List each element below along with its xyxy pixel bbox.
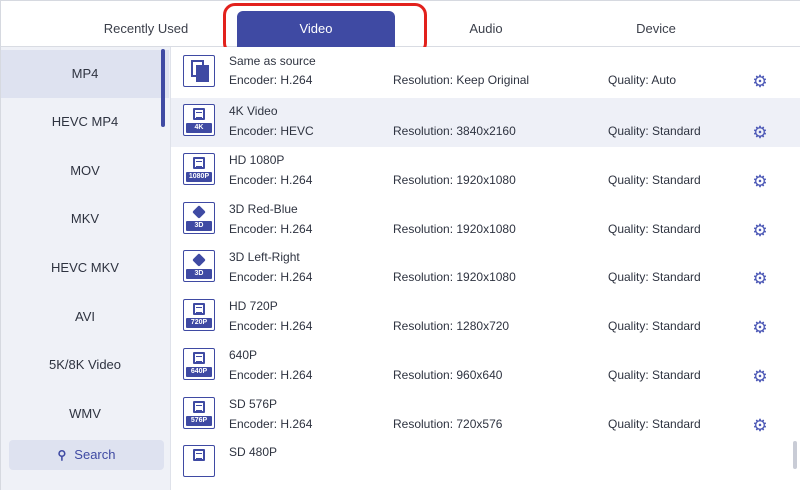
preset-name: 3D Left-Right [229, 250, 300, 264]
sidebar-item-hevc-mkv[interactable]: HEVC MKV [1, 244, 169, 292]
sidebar-item-avi[interactable]: AVI [1, 293, 169, 341]
preset-tag: 576P [186, 416, 212, 426]
preset-name: HD 1080P [229, 153, 285, 167]
sidebar-item-wmv[interactable]: WMV [1, 390, 169, 438]
preset-row-4k-video[interactable]: 4K 4K Video Encoder: HEVC Resolution: 38… [171, 98, 800, 147]
preset-name: 640P [229, 348, 258, 362]
gear-icon[interactable]: ⚙ [751, 319, 769, 337]
sidebar-item-mkv[interactable]: MKV [1, 195, 169, 243]
preset-tag: 1080P [186, 172, 212, 182]
preset-tag: 640P [186, 367, 212, 377]
gear-icon[interactable]: ⚙ [751, 270, 769, 288]
preset-quality: Quality: Standard [608, 417, 701, 431]
preset-quality: Quality: Standard [608, 124, 701, 138]
preset-quality: Quality: Standard [608, 270, 701, 284]
preset-row-hd-720p[interactable]: 720P HD 720P Encoder: H.264 Resolution: … [171, 293, 800, 342]
preset-name: HD 720P [229, 299, 278, 313]
preset-resolution: Resolution: 1920x1080 [393, 173, 516, 187]
gear-icon[interactable]: ⚙ [751, 124, 769, 142]
format-dialog: Recently Used Video Audio Device MP4 HEV… [0, 0, 800, 490]
preset-encoder: Encoder: H.264 [229, 417, 313, 431]
preset-tag: 720P [186, 318, 212, 328]
preset-list: Same as source Encoder: H.264 Resolution… [171, 47, 800, 490]
film-icon: 640P [183, 348, 215, 380]
preset-row-hd-1080p[interactable]: 1080P HD 1080P Encoder: H.264 Resolution… [171, 147, 800, 196]
gear-icon[interactable]: ⚙ [751, 368, 769, 386]
preset-tag: 3D [186, 269, 212, 279]
preset-row-sd-576p[interactable]: 576P SD 576P Encoder: H.264 Resolution: … [171, 391, 800, 440]
preset-encoder: Encoder: H.264 [229, 73, 313, 87]
gear-icon[interactable]: ⚙ [751, 173, 769, 191]
preset-resolution: Resolution: 1280x720 [393, 319, 510, 333]
preset-resolution: Resolution: 1920x1080 [393, 222, 516, 236]
preset-row-3d-left-right[interactable]: 3D 3D Left-Right Encoder: H.264 Resoluti… [171, 244, 800, 293]
preset-resolution: Resolution: 3840x2160 [393, 124, 516, 138]
preset-tag: 4K [186, 123, 212, 133]
copy-icon [183, 55, 215, 87]
sidebar-item-hevc-mp4[interactable]: HEVC MP4 [1, 98, 169, 146]
sidebar-item-mov[interactable]: MOV [1, 147, 169, 195]
preset-quality: Quality: Standard [608, 222, 701, 236]
gear-icon[interactable]: ⚙ [751, 222, 769, 240]
3d-cube-icon: 3D [183, 250, 215, 282]
format-sidebar: MP4 HEVC MP4 MOV MKV HEVC MKV AVI 5K/8K … [1, 47, 171, 490]
preset-name: Same as source [229, 54, 316, 68]
preset-quality: Quality: Standard [608, 173, 701, 187]
preset-resolution: Resolution: Keep Original [393, 73, 530, 87]
preset-name: 3D Red-Blue [229, 202, 298, 216]
preset-encoder: Encoder: HEVC [229, 124, 314, 138]
tab-bar: Recently Used Video Audio Device [1, 1, 800, 55]
preset-resolution: Resolution: 960x640 [393, 368, 503, 382]
preset-name: 4K Video [229, 104, 278, 118]
search-button[interactable]: ⚲ Search [9, 440, 164, 470]
preset-row-640p[interactable]: 640P 640P Encoder: H.264 Resolution: 960… [171, 342, 800, 391]
preset-encoder: Encoder: H.264 [229, 368, 313, 382]
preset-name: SD 480P [229, 445, 278, 459]
film-icon: 576P [183, 397, 215, 429]
film-icon: 720P [183, 299, 215, 331]
3d-cube-icon: 3D [183, 202, 215, 234]
tab-device[interactable]: Device [556, 1, 756, 47]
preset-row-3d-red-blue[interactable]: 3D 3D Red-Blue Encoder: H.264 Resolution… [171, 196, 800, 245]
preset-quality: Quality: Auto [608, 73, 677, 87]
search-label: Search [74, 447, 116, 462]
preset-encoder: Encoder: H.264 [229, 270, 313, 284]
film-icon: 1080P [183, 153, 215, 185]
preset-resolution: Resolution: 720x576 [393, 417, 503, 431]
preset-name: SD 576P [229, 397, 278, 411]
gear-icon[interactable]: ⚙ [751, 73, 769, 91]
tab-recently-used[interactable]: Recently Used [46, 1, 246, 47]
preset-tag: 3D [186, 221, 212, 231]
film-icon: 4K [183, 104, 215, 136]
search-icon: ⚲ [57, 448, 67, 462]
preset-encoder: Encoder: H.264 [229, 222, 313, 236]
film-icon [183, 445, 215, 477]
gear-icon[interactable]: ⚙ [751, 417, 769, 435]
preset-row-sd-480p[interactable]: SD 480P [171, 439, 800, 488]
sidebar-item-5k-8k-video[interactable]: 5K/8K Video [1, 341, 169, 389]
sidebar-item-mp4[interactable]: MP4 [1, 50, 169, 98]
preset-encoder: Encoder: H.264 [229, 173, 313, 187]
sidebar-scrollbar[interactable] [161, 49, 165, 127]
preset-resolution: Resolution: 1920x1080 [393, 270, 516, 284]
preset-row-same-as-source[interactable]: Same as source Encoder: H.264 Resolution… [171, 47, 800, 96]
preset-quality: Quality: Standard [608, 368, 701, 382]
preset-quality: Quality: Standard [608, 319, 701, 333]
list-scrollbar[interactable] [793, 441, 797, 469]
preset-encoder: Encoder: H.264 [229, 319, 313, 333]
